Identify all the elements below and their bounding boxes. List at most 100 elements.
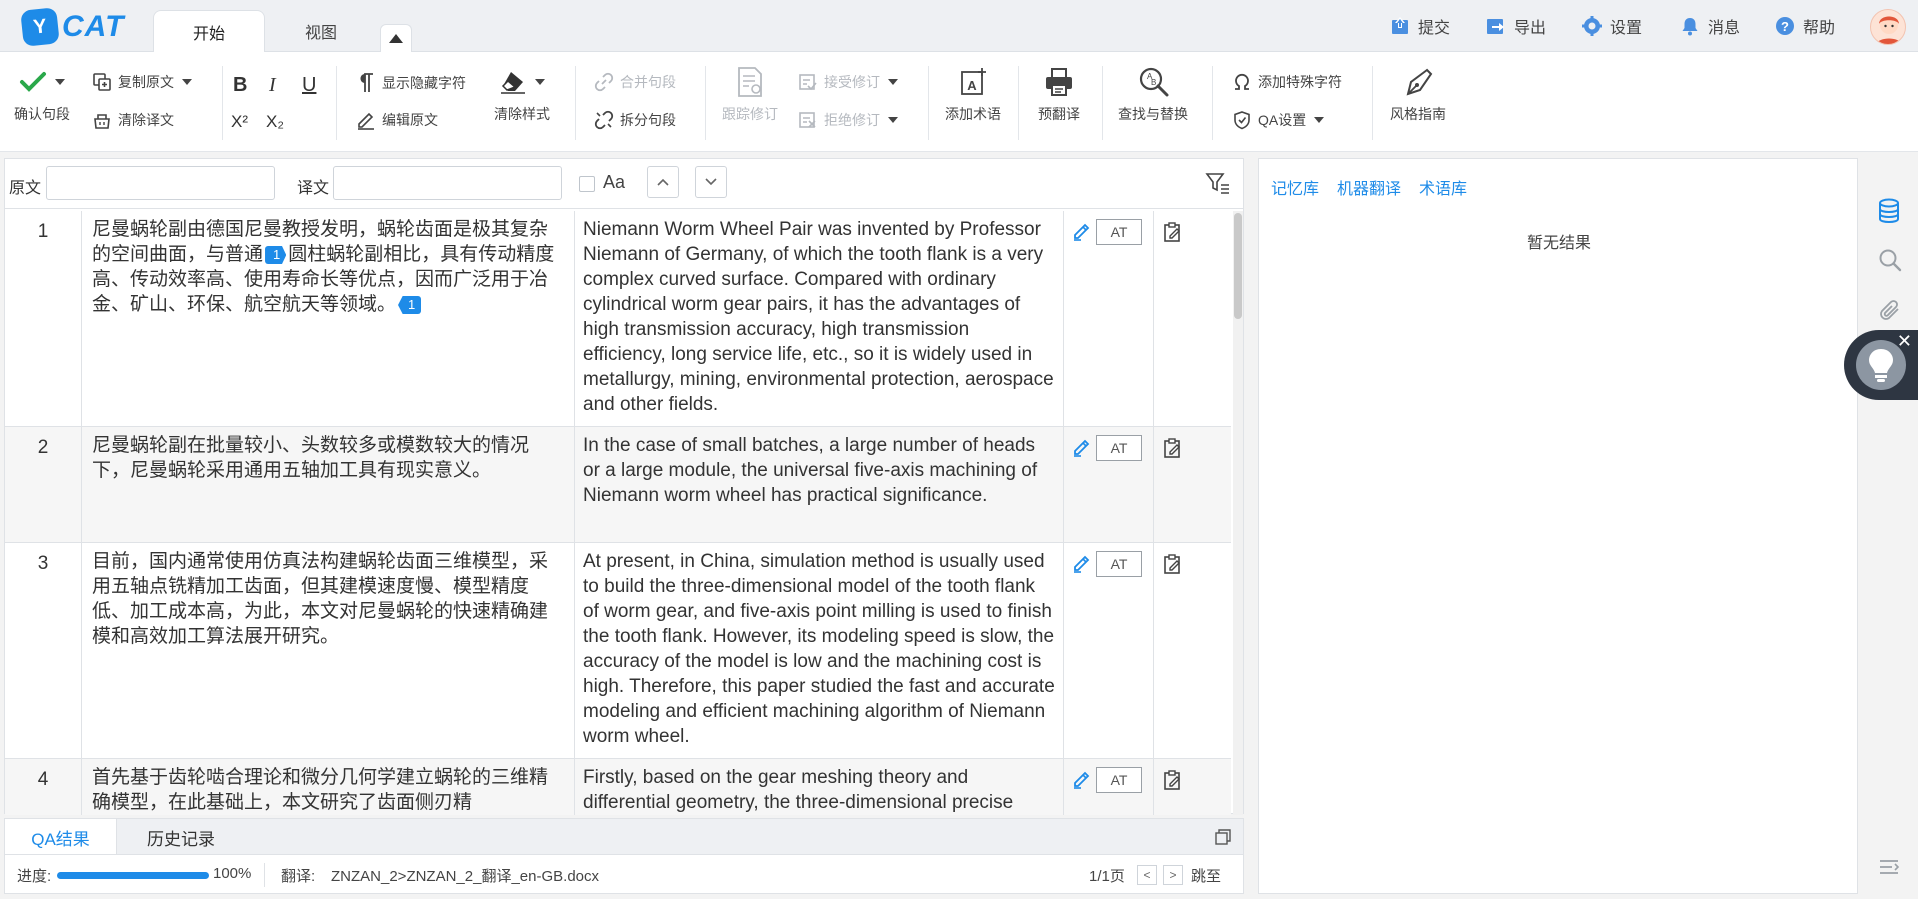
next-match-button[interactable] (695, 166, 727, 198)
underline-button[interactable]: U (302, 74, 316, 97)
close-icon[interactable]: ✕ (1897, 332, 1912, 350)
app-logo: Y CAT (20, 7, 124, 47)
show-hidden-chars-label: 显示隐藏字符 (382, 75, 466, 91)
segment-row[interactable]: 2 尼曼蜗轮副在批量较小、头数较多或模数较大的情况下，尼曼蜗轮采用通用五轴加工具… (5, 427, 1231, 543)
segment-extra (1154, 543, 1231, 758)
settings-button[interactable]: 设置 (1582, 14, 1642, 38)
tab-machine-translation[interactable]: 机器翻译 (1337, 175, 1401, 199)
show-hidden-chars-button[interactable]: 显示隐藏字符 (356, 72, 466, 94)
bottom-tabs: QA结果 历史记录 (4, 818, 1244, 855)
vertical-scrollbar[interactable] (1233, 211, 1243, 815)
chevron-down-icon (55, 79, 65, 85)
subscript-button[interactable]: X₂ (266, 112, 284, 132)
confirm-segment-button[interactable]: 确认句段 (14, 60, 70, 124)
style-guide-button[interactable]: 风格指南 (1390, 60, 1446, 124)
next-page-button[interactable]: > (1163, 865, 1183, 885)
chevron-up-icon (657, 178, 669, 186)
bold-button[interactable]: B (233, 74, 247, 97)
clipboard-edit-icon[interactable] (1162, 221, 1184, 243)
accept-changes-label: 接受修订 (824, 74, 880, 90)
confirm-segment-label: 确认句段 (14, 106, 70, 122)
clear-format-button[interactable]: 清除样式 (494, 60, 550, 124)
printer-icon (1046, 68, 1072, 96)
scrollbar-thumb[interactable] (1234, 213, 1242, 319)
tips-floating-button[interactable]: ✕ (1844, 330, 1918, 400)
divider (1018, 66, 1019, 140)
pretranslate-button[interactable]: 预翻译 (1038, 60, 1080, 124)
clipboard-edit-icon[interactable] (1162, 437, 1184, 459)
qa-settings-button[interactable]: QA设置 (1232, 110, 1325, 130)
track-changes-icon (738, 67, 762, 97)
source-filter-input[interactable] (46, 166, 275, 200)
edit-pen-icon[interactable] (1072, 437, 1092, 457)
tab-start[interactable]: 开始 (153, 10, 265, 52)
messages-label: 消息 (1708, 20, 1741, 37)
jump-to-page[interactable]: 跳至 (1191, 865, 1221, 886)
divider (1372, 66, 1373, 140)
merge-segments-button[interactable]: 合并句段 (594, 72, 676, 92)
previous-match-button[interactable] (647, 166, 679, 198)
filter-bar: 原文 译文 Aa (5, 159, 1243, 209)
accept-changes-button[interactable]: 接受修订 (798, 72, 898, 92)
track-changes-button[interactable]: 跟踪修订 (722, 60, 778, 124)
segment-row[interactable]: 1 尼曼蜗轮副由德国尼曼教授发明，蜗轮齿面是极其复杂的空间曲面，与普通 1 圆柱蜗轮… (5, 211, 1231, 427)
tab-termbase[interactable]: 术语库 (1419, 175, 1467, 199)
target-text[interactable]: Firstly, based on the gear meshing theor… (575, 759, 1064, 815)
add-term-button[interactable]: A 添加术语 (945, 60, 1001, 124)
add-special-char-label: 添加特殊字符 (1258, 74, 1342, 90)
chevron-up-icon (389, 34, 403, 43)
prev-page-button[interactable]: < (1137, 865, 1157, 885)
submit-button[interactable]: 提交 (1390, 14, 1450, 38)
superscript-button[interactable]: X² (231, 112, 248, 132)
segment-row[interactable]: 4 首先基于齿轮啮合理论和微分几何学建立蜗轮的三维精确模型，在此基础上，本文研究… (5, 759, 1231, 815)
edit-pen-icon[interactable] (1072, 221, 1092, 241)
target-text[interactable]: At present, in China, simulation method … (575, 543, 1064, 758)
help-button[interactable]: ? 帮助 (1775, 14, 1835, 38)
collapse-ribbon-button[interactable] (380, 24, 412, 52)
split-segment-button[interactable]: 拆分句段 (594, 110, 676, 130)
add-term-icon: A (961, 68, 986, 95)
messages-button[interactable]: 消息 (1680, 14, 1740, 38)
inline-tag-open[interactable]: 1 (265, 245, 287, 264)
target-filter-input[interactable] (333, 166, 562, 200)
status-badge: AT (1096, 435, 1142, 461)
menu-collapse-icon[interactable] (1878, 858, 1900, 876)
reference-panel: 记忆库 机器翻译 术语库 暂无结果 (1258, 158, 1858, 894)
match-case-checkbox[interactable] (579, 176, 595, 192)
source-text: 首先基于齿轮啮合理论和微分几何学建立蜗轮的三维精确模型，在此基础上，本文研究了齿… (82, 759, 575, 815)
svg-text:?: ? (1781, 19, 1789, 34)
tab-qa-results[interactable]: QA结果 (5, 819, 117, 855)
attachment-icon[interactable] (1878, 298, 1902, 322)
tab-view[interactable]: 视图 (265, 10, 377, 52)
filter-settings-button[interactable] (1205, 171, 1231, 200)
clipboard-edit-icon[interactable] (1162, 769, 1184, 791)
copy-source-button[interactable]: 复制原文 (92, 72, 192, 92)
divider (928, 66, 929, 140)
export-button[interactable]: 导出 (1486, 14, 1546, 38)
clipboard-edit-icon[interactable] (1162, 553, 1184, 575)
italic-button[interactable]: I (269, 74, 276, 97)
edit-source-button[interactable]: 编辑原文 (356, 110, 438, 130)
segment-row[interactable]: 3 目前，国内通常使用仿真法构建蜗轮齿面三维模型，采用五轴点铣精加工齿面，但其建… (5, 543, 1231, 759)
edit-pen-icon[interactable] (1072, 553, 1092, 573)
target-text[interactable]: In the case of small batches, a large nu… (575, 427, 1064, 542)
edit-pen-icon[interactable] (1072, 769, 1092, 789)
style-guide-label: 风格指南 (1390, 106, 1446, 122)
segment-extra (1154, 211, 1231, 426)
search-icon: AB (1139, 67, 1169, 97)
find-replace-button[interactable]: AB 查找与替换 (1118, 60, 1188, 124)
reject-changes-button[interactable]: 拒绝修订 (798, 110, 898, 130)
bell-icon (1682, 18, 1698, 36)
avatar[interactable] (1870, 9, 1906, 45)
clear-target-button[interactable]: 清除译文 (92, 110, 174, 130)
top-bar: Y CAT 开始 视图 提交 导出 设置 消息 ? 帮助 (0, 0, 1918, 52)
popout-icon[interactable] (1215, 829, 1231, 845)
search-icon[interactable] (1878, 248, 1902, 272)
tab-history[interactable]: 历史记录 (125, 819, 237, 855)
inline-tag-close[interactable]: 1 (398, 295, 422, 314)
add-special-char-button[interactable]: 添加特殊字符 (1232, 72, 1342, 92)
tab-translation-memory[interactable]: 记忆库 (1271, 175, 1319, 199)
database-icon[interactable] (1878, 198, 1900, 224)
target-text[interactable]: Niemann Worm Wheel Pair was invented by … (575, 211, 1064, 426)
shield-icon (1234, 111, 1250, 130)
